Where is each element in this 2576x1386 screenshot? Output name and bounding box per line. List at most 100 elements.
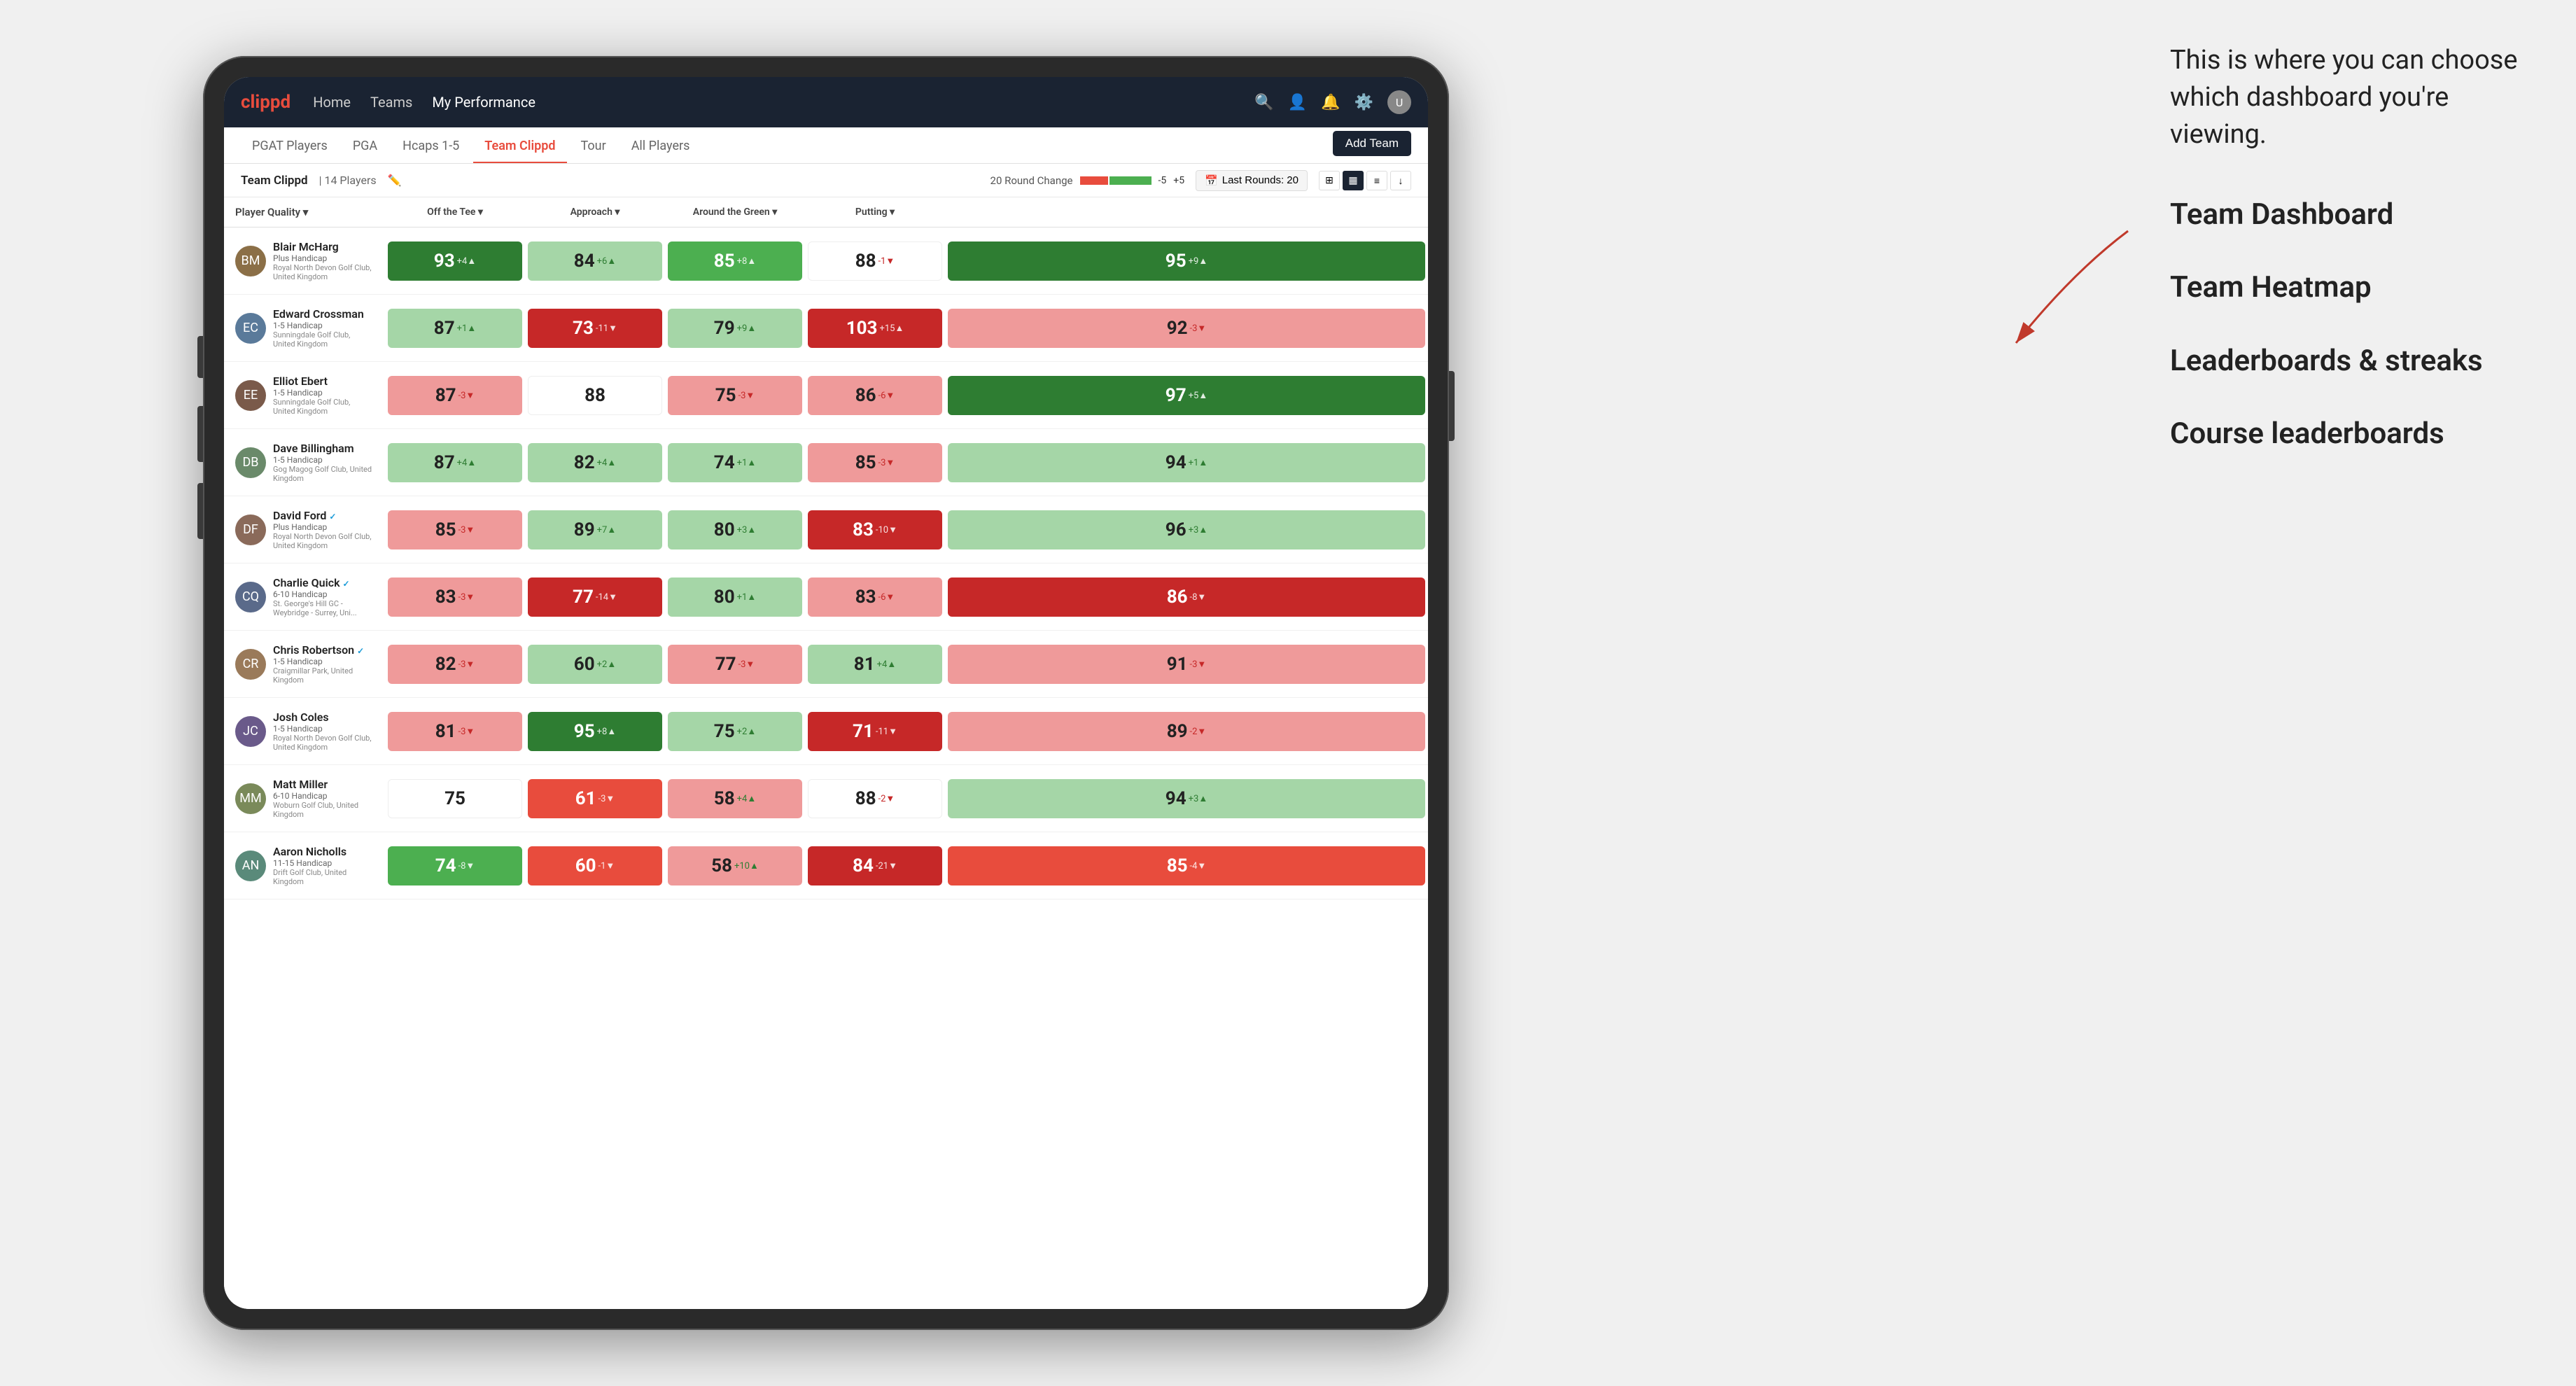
player-cell-5[interactable]: CQ Charlie Quick ✓ 6-10 Handicap St. Geo…	[224, 564, 385, 631]
tab-team-clippd[interactable]: Team Clippd	[473, 139, 566, 163]
metric-box: 91 -3▼	[948, 645, 1425, 684]
table-row: DB Dave Billingham 1-5 Handicap Gog Mago…	[224, 429, 1428, 496]
nav-bar: clippd Home Teams My Performance 🔍 👤 🔔 ⚙…	[224, 77, 1428, 127]
add-team-button[interactable]: Add Team	[1333, 131, 1411, 156]
tab-tour[interactable]: Tour	[570, 139, 617, 163]
metric-box: 58 +4▲	[668, 779, 802, 818]
player-handicap: 1-5 Handicap	[273, 455, 374, 465]
tab-pgat-players[interactable]: PGAT Players	[241, 139, 339, 163]
settings-icon[interactable]: ⚙️	[1354, 94, 1373, 111]
th-around-green[interactable]: Around the Green ▾	[665, 197, 805, 227]
tab-hcaps[interactable]: Hcaps 1-5	[391, 139, 470, 163]
metric-value: 97	[1166, 385, 1186, 406]
metric-box: 81 +4▲	[808, 645, 942, 684]
player-name: Aaron Nicholls	[273, 845, 374, 858]
th-putting[interactable]: Putting ▾	[805, 197, 945, 227]
metric-box: 92 -3▼	[948, 309, 1425, 348]
metric-value: 83	[435, 587, 456, 608]
grid-view-button[interactable]: ⊞	[1319, 171, 1340, 190]
metric-putting-8: 94 +3▲	[945, 765, 1428, 832]
player-cell-2[interactable]: EE Elliot Ebert 1-5 Handicap Sunningdale…	[224, 362, 385, 429]
metric-box: 86 -8▼	[948, 578, 1425, 617]
last-rounds-button[interactable]: 📅 Last Rounds: 20	[1196, 170, 1308, 191]
metric-approach-7: 75 +2▲	[665, 698, 805, 765]
bell-icon[interactable]: 🔔	[1321, 94, 1340, 111]
player-cell-3[interactable]: DB Dave Billingham 1-5 Handicap Gog Mago…	[224, 429, 385, 496]
metric-off_tee-3: 82 +4▲	[525, 429, 665, 496]
player-cell-9[interactable]: AN Aaron Nicholls 11-15 Handicap Drift G…	[224, 832, 385, 899]
metric-value: 75	[715, 385, 736, 406]
metric-value: 73	[573, 318, 594, 339]
metric-value: 88	[855, 788, 876, 809]
player-cell-6[interactable]: CR Chris Robertson ✓ 1-5 Handicap Craigm…	[224, 631, 385, 698]
list-view-button[interactable]: ≡	[1366, 171, 1387, 190]
player-info: Blair McHarg Plus Handicap Royal North D…	[273, 240, 374, 281]
metric-player_quality-5: 83 -3▼	[385, 564, 525, 631]
metric-box: 61 -3▼	[528, 779, 662, 818]
table-row: MM Matt Miller 6-10 Handicap Woburn Golf…	[224, 765, 1428, 832]
player-cell-1[interactable]: EC Edward Crossman 1-5 Handicap Sunningd…	[224, 295, 385, 362]
metric-putting-1: 92 -3▼	[945, 295, 1428, 362]
metric-off_tee-7: 95 +8▲	[525, 698, 665, 765]
option-team-heatmap: Team Heatmap	[2170, 269, 2534, 307]
player-name: David Ford ✓	[273, 509, 374, 522]
metric-value: 85	[435, 519, 456, 540]
metric-value: 83	[855, 587, 876, 608]
player-cell-7[interactable]: JC Josh Coles 1-5 Handicap Royal North D…	[224, 698, 385, 765]
nav-my-performance[interactable]: My Performance	[432, 94, 536, 111]
metric-player_quality-2: 87 -3▼	[385, 362, 525, 429]
metric-box: 89 -2▼	[948, 712, 1425, 751]
user-avatar[interactable]: U	[1387, 90, 1411, 114]
edit-icon[interactable]: ✏️	[388, 174, 402, 187]
table-row: EC Edward Crossman 1-5 Handicap Sunningd…	[224, 295, 1428, 362]
metric-approach-8: 58 +4▲	[665, 765, 805, 832]
metric-value: 71	[853, 721, 874, 742]
metric-value: 95	[1166, 251, 1186, 272]
metric-value: 85	[1167, 855, 1188, 876]
metric-approach-6: 77 -3▼	[665, 631, 805, 698]
player-cell-0[interactable]: BM Blair McHarg Plus Handicap Royal Nort…	[224, 227, 385, 295]
metric-approach-0: 85 +8▲	[665, 227, 805, 295]
search-icon[interactable]: 🔍	[1254, 94, 1273, 111]
metric-box: 79 +9▲	[668, 309, 802, 348]
metric-off_tee-2: 88	[525, 362, 665, 429]
option-leaderboards: Leaderboards & streaks	[2170, 342, 2534, 381]
metric-value: 74	[435, 855, 456, 876]
person-icon[interactable]: 👤	[1288, 94, 1307, 111]
player-info: Edward Crossman 1-5 Handicap Sunningdale…	[273, 307, 374, 349]
player-cell-8[interactable]: MM Matt Miller 6-10 Handicap Woburn Golf…	[224, 765, 385, 832]
metric-off_tee-9: 60 -1▼	[525, 832, 665, 899]
table-row: CQ Charlie Quick ✓ 6-10 Handicap St. Geo…	[224, 564, 1428, 631]
tab-all-players[interactable]: All Players	[620, 139, 701, 163]
metric-value: 89	[574, 519, 595, 540]
table-view-button[interactable]: ▦	[1343, 171, 1364, 190]
metric-value: 88	[584, 385, 606, 406]
th-player[interactable]: Player Quality ▾	[224, 197, 385, 227]
table-row: EE Elliot Ebert 1-5 Handicap Sunningdale…	[224, 362, 1428, 429]
th-approach[interactable]: Approach ▾	[525, 197, 665, 227]
player-handicap: 1-5 Handicap	[273, 724, 374, 734]
table-header: Player Quality ▾ Off the Tee ▾ Approach …	[224, 197, 1428, 227]
table-row: BM Blair McHarg Plus Handicap Royal Nort…	[224, 227, 1428, 295]
nav-home[interactable]: Home	[313, 94, 351, 111]
nav-teams[interactable]: Teams	[370, 94, 412, 111]
metric-around_green-0: 88 -1▼	[805, 227, 945, 295]
table-row: AN Aaron Nicholls 11-15 Handicap Drift G…	[224, 832, 1428, 899]
tab-pga[interactable]: PGA	[342, 139, 388, 163]
annotation-arrow	[1932, 217, 2142, 357]
metric-putting-7: 89 -2▼	[945, 698, 1428, 765]
metric-approach-9: 58 +10▲	[665, 832, 805, 899]
metric-value: 58	[711, 855, 732, 876]
round-change-section: 20 Round Change -5 +5	[990, 174, 1185, 187]
player-club: Sunningdale Golf Club, United Kingdom	[273, 330, 374, 349]
metric-box: 88	[528, 376, 662, 415]
player-cell-4[interactable]: DF David Ford ✓ Plus Handicap Royal Nort…	[224, 496, 385, 564]
metric-value: 89	[1167, 721, 1188, 742]
th-off-tee[interactable]: Off the Tee ▾	[385, 197, 525, 227]
download-button[interactable]: ↓	[1390, 171, 1411, 190]
metric-value: 87	[435, 385, 456, 406]
metric-box: 85 -3▼	[808, 443, 942, 482]
metric-box: 84 -21▼	[808, 846, 942, 886]
player-handicap: Plus Handicap	[273, 253, 374, 263]
player-avatar: JC	[235, 716, 266, 747]
